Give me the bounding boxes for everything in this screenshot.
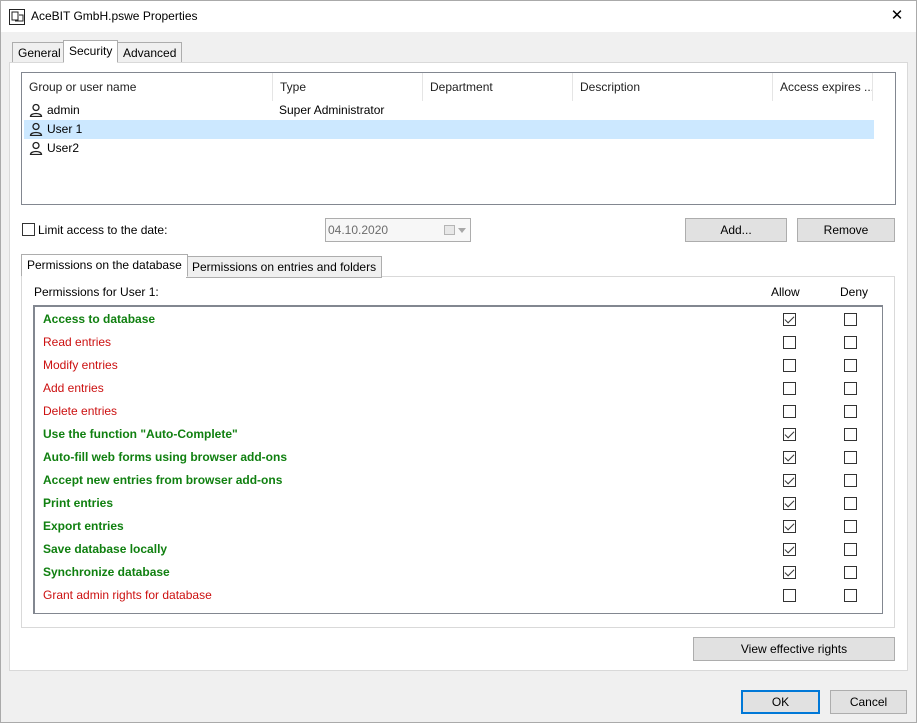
remove-button[interactable]: Remove	[797, 218, 895, 242]
column-header-type[interactable]: Type	[273, 73, 423, 101]
user-name: User 1	[47, 122, 83, 136]
tab-advanced-label: Advanced	[123, 46, 177, 60]
tab-advanced[interactable]: Advanced	[117, 42, 183, 64]
date-picker[interactable]: 04.10.2020	[325, 218, 471, 242]
close-icon[interactable]: ✕	[885, 5, 909, 27]
allow-checkbox[interactable]	[783, 313, 796, 326]
tab-general-label: General	[18, 46, 61, 60]
tab-permissions-database-label: Permissions on the database	[27, 258, 182, 272]
allow-checkbox[interactable]	[783, 405, 796, 418]
column-header-department[interactable]: Department	[423, 73, 573, 101]
deny-checkbox[interactable]	[844, 566, 857, 579]
user-row-user2[interactable]: User2	[24, 139, 874, 158]
permission-label: Print entries	[43, 496, 114, 510]
date-value: 04.10.2020	[328, 223, 389, 237]
user-row-user1[interactable]: User 1	[24, 120, 874, 139]
deny-checkbox[interactable]	[844, 405, 857, 418]
limit-access-checkbox[interactable]	[22, 223, 35, 236]
properties-window: AceBIT GmbH.pswe Properties ✕ General Se…	[0, 0, 917, 723]
tab-permissions-entries-label: Permissions on entries and folders	[192, 260, 377, 274]
column-header-name[interactable]: Group or user name	[22, 73, 273, 101]
view-effective-rights-button[interactable]: View effective rights	[693, 637, 895, 661]
tab-security[interactable]: Security	[63, 40, 119, 63]
user-list[interactable]: Group or user name Type Department Descr…	[21, 72, 896, 205]
ok-button[interactable]: OK	[741, 690, 820, 714]
cancel-button[interactable]: Cancel	[830, 690, 907, 714]
deny-checkbox[interactable]	[844, 474, 857, 487]
app-icon	[9, 9, 25, 25]
deny-checkbox[interactable]	[844, 382, 857, 395]
deny-checkbox[interactable]	[844, 359, 857, 372]
user-name: admin	[47, 103, 80, 117]
title-bar: AceBIT GmbH.pswe Properties ✕	[1, 1, 916, 32]
allow-checkbox[interactable]	[783, 543, 796, 556]
permission-label: Accept new entries from browser add-ons	[43, 473, 283, 487]
user-type: Super Administrator	[279, 103, 385, 117]
deny-checkbox[interactable]	[844, 336, 857, 349]
deny-checkbox[interactable]	[844, 589, 857, 602]
add-button[interactable]: Add...	[685, 218, 787, 242]
permission-label: Read entries	[43, 335, 112, 349]
tab-general[interactable]: General	[12, 42, 67, 64]
permission-label: Grant admin rights for database	[43, 588, 212, 602]
user-icon	[29, 103, 43, 117]
deny-checkbox[interactable]	[844, 451, 857, 464]
allow-column-header: Allow	[771, 285, 800, 299]
user-icon	[29, 122, 43, 136]
permission-label: Synchronize database	[43, 565, 170, 579]
tab-security-label: Security	[69, 44, 113, 58]
calendar-icon	[444, 225, 455, 235]
allow-checkbox[interactable]	[783, 497, 796, 510]
deny-checkbox[interactable]	[844, 313, 857, 326]
allow-checkbox[interactable]	[783, 359, 796, 372]
permission-label: Delete entries	[43, 404, 118, 418]
user-name: User2	[47, 141, 80, 155]
window-title: AceBIT GmbH.pswe Properties	[31, 9, 198, 23]
deny-checkbox[interactable]	[844, 497, 857, 510]
permissions-header: Permissions for User 1:	[34, 285, 159, 299]
tab-permissions-database[interactable]: Permissions on the database	[21, 254, 188, 277]
user-row-admin[interactable]: admin Super Administrator	[24, 101, 874, 120]
permission-label: Add entries	[43, 381, 104, 395]
allow-checkbox[interactable]	[783, 428, 796, 441]
permission-label: Save database locally	[43, 542, 168, 556]
allow-checkbox[interactable]	[783, 520, 796, 533]
allow-checkbox[interactable]	[783, 451, 796, 464]
permission-label: Use the function "Auto-Complete"	[43, 427, 238, 441]
column-header-description[interactable]: Description	[573, 73, 773, 101]
deny-column-header: Deny	[840, 285, 869, 299]
allow-checkbox[interactable]	[783, 589, 796, 602]
deny-checkbox[interactable]	[844, 543, 857, 556]
deny-checkbox[interactable]	[844, 520, 857, 533]
allow-checkbox[interactable]	[783, 474, 796, 487]
tab-permissions-entries[interactable]: Permissions on entries and folders	[186, 256, 383, 278]
allow-checkbox[interactable]	[783, 566, 796, 579]
permission-label: Export entries	[43, 519, 124, 533]
permission-label: Modify entries	[43, 358, 118, 372]
allow-checkbox[interactable]	[783, 382, 796, 395]
permissions-list: Access to database Read entries Modify e…	[33, 305, 883, 614]
permission-label: Auto-fill web forms using browser add-on…	[43, 450, 288, 464]
limit-access-label: Limit access to the date:	[38, 223, 168, 237]
chevron-down-icon	[458, 228, 466, 233]
deny-checkbox[interactable]	[844, 428, 857, 441]
user-icon	[29, 141, 43, 155]
permission-label: Access to database	[43, 312, 156, 326]
column-header-access-expires[interactable]: Access expires ...	[773, 73, 873, 101]
allow-checkbox[interactable]	[783, 336, 796, 349]
